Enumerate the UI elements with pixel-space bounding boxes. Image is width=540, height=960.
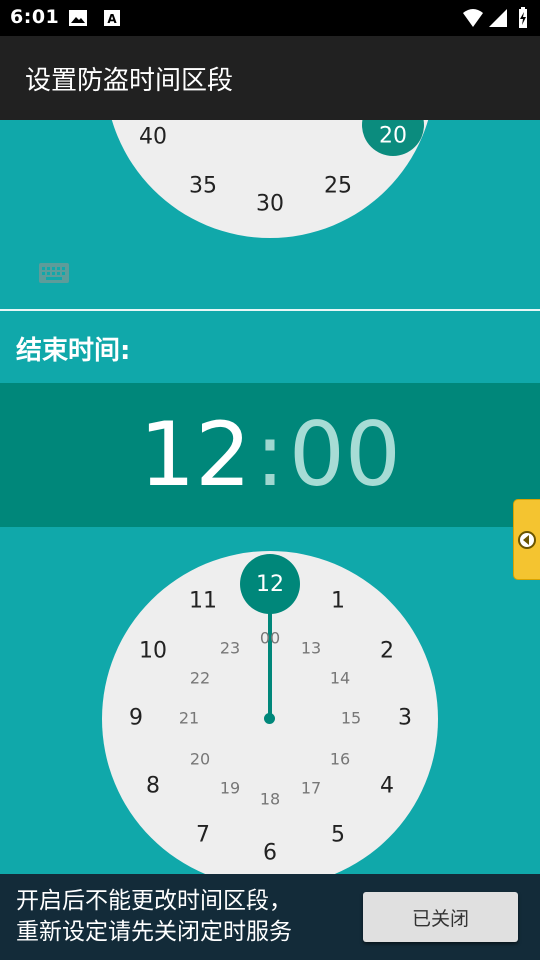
floating-side-handle[interactable] (513, 499, 540, 580)
hour-7[interactable]: 7 (196, 823, 210, 848)
hour-17[interactable]: 17 (301, 779, 321, 798)
lock-notice: 开启后不能更改时间区段， 重新设定请先关闭定时服务 (16, 886, 292, 948)
hour-23[interactable]: 23 (220, 639, 240, 658)
hour-4[interactable]: 4 (380, 774, 394, 799)
hour-20[interactable]: 20 (190, 750, 210, 769)
status-bar: 6:01 A (0, 0, 540, 36)
end-selected-value: 12 (256, 571, 284, 597)
start-time-section: 40 35 30 25 20 (0, 120, 540, 310)
wifi-icon (463, 9, 483, 27)
end-time-display: 12 : 00 (0, 383, 540, 527)
hour-9[interactable]: 9 (129, 706, 143, 731)
hour-16[interactable]: 16 (330, 750, 350, 769)
lock-notice-line2: 重新设定请先关闭定时服务 (16, 919, 292, 945)
section-divider (0, 309, 540, 311)
app-notification-icon: A (104, 10, 120, 26)
battery-charging-icon (519, 7, 527, 28)
hour-14[interactable]: 14 (330, 669, 350, 688)
hour-1[interactable]: 1 (331, 589, 345, 614)
page-title: 设置防盗时间区段 (25, 66, 234, 96)
hour-13[interactable]: 13 (301, 639, 321, 658)
hour-18[interactable]: 18 (260, 790, 280, 809)
cell-signal-icon (489, 9, 507, 27)
dial-number[interactable]: 30 (256, 192, 284, 217)
dial-number[interactable]: 25 (324, 174, 352, 199)
hour-11[interactable]: 11 (189, 589, 217, 614)
hour-2[interactable]: 2 (380, 639, 394, 664)
hour-5[interactable]: 5 (331, 823, 345, 848)
end-selected-marker[interactable]: 12 (240, 554, 300, 614)
end-time-label: 结束时间: (16, 336, 131, 366)
hour-19[interactable]: 19 (220, 779, 240, 798)
start-selected-value: 20 (379, 123, 407, 149)
hour-22[interactable]: 22 (190, 669, 210, 688)
time-separator: : (255, 403, 285, 506)
status-time: 6:01 (10, 6, 60, 28)
svg-text:A: A (107, 12, 117, 26)
hour-6[interactable]: 6 (263, 841, 277, 866)
service-status-button[interactable]: 已关闭 (363, 892, 518, 942)
hour-21[interactable]: 21 (179, 709, 199, 728)
lock-notice-line1: 开启后不能更改时间区段， (16, 888, 292, 914)
app-bar: 设置防盗时间区段 (0, 36, 540, 120)
dial-center (264, 713, 275, 724)
image-notification-icon (69, 10, 87, 26)
keyboard-icon[interactable] (38, 262, 70, 284)
hour-3[interactable]: 3 (398, 706, 412, 731)
collapse-arrow-icon (518, 531, 536, 549)
hour-8[interactable]: 8 (146, 774, 160, 799)
hour-10[interactable]: 10 (139, 639, 167, 664)
dial-number[interactable]: 35 (189, 174, 217, 199)
end-minute[interactable]: 00 (289, 411, 401, 499)
dial-number[interactable]: 40 (139, 125, 167, 150)
end-hour[interactable]: 12 (139, 411, 251, 499)
hour-00[interactable]: 00 (260, 629, 280, 648)
hour-15[interactable]: 15 (341, 709, 361, 728)
end-time-header: 12 : 00 (0, 383, 540, 527)
